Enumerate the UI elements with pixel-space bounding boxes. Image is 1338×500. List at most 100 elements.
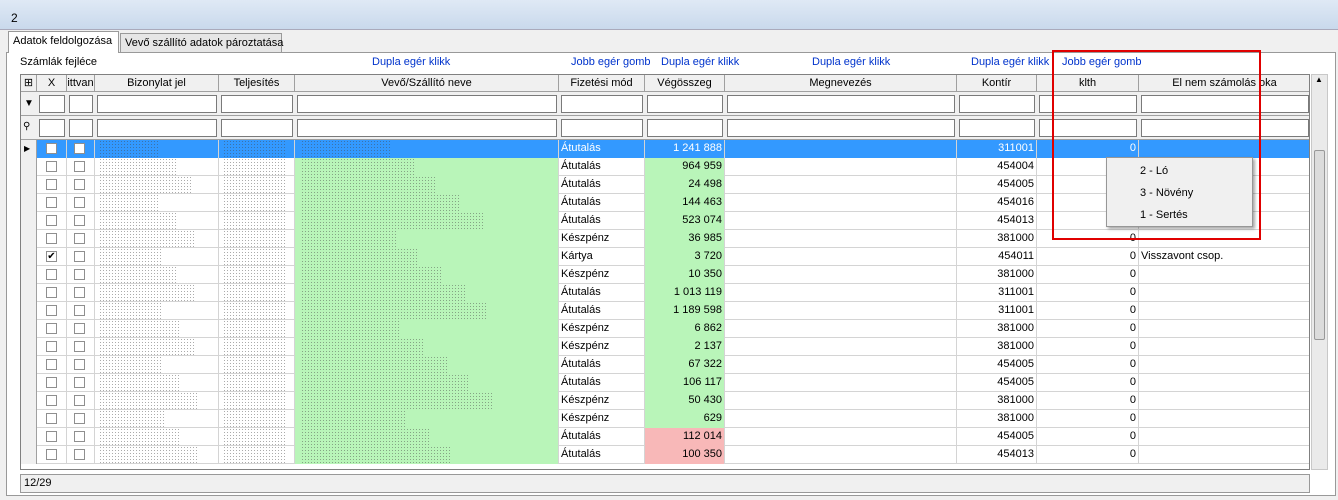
- cell-vevo-redacted[interactable]: [295, 158, 559, 176]
- cell-vevo-redacted[interactable]: [295, 140, 559, 158]
- cell-megnevezes[interactable]: [725, 176, 957, 194]
- table-row[interactable]: Készpénz 50 430 381000 0: [21, 392, 1309, 410]
- table-row[interactable]: Átutalás 106 117 454005 0: [21, 374, 1309, 392]
- cell-x[interactable]: [37, 212, 67, 230]
- table-row[interactable]: Készpénz 2 137 381000 0: [21, 338, 1309, 356]
- row-indicator[interactable]: [21, 212, 37, 230]
- atvan-checkbox[interactable]: [74, 215, 85, 226]
- cell-fizetesi[interactable]: Átutalás: [559, 194, 645, 212]
- atvan-checkbox[interactable]: [74, 269, 85, 280]
- cell-elnem[interactable]: [1139, 410, 1309, 428]
- row-indicator[interactable]: [21, 230, 37, 248]
- cell-vegosszeg[interactable]: 2 137: [645, 338, 725, 356]
- x-checkbox[interactable]: [46, 287, 57, 298]
- cell-elnem[interactable]: [1139, 446, 1309, 464]
- row-indicator[interactable]: ▶: [21, 140, 37, 158]
- tab-vevo-szallito-parositas[interactable]: Vevő szállító adatok pároztatása: [120, 33, 283, 52]
- cell-fizetesi[interactable]: Átutalás: [559, 428, 645, 446]
- cell-fizetesi[interactable]: Készpénz: [559, 320, 645, 338]
- cell-vevo-redacted[interactable]: [295, 320, 559, 338]
- cell-elnem[interactable]: [1139, 428, 1309, 446]
- cell-kontir[interactable]: 454013: [957, 212, 1037, 230]
- cell-megnevezes[interactable]: [725, 446, 957, 464]
- cell-vegosszeg[interactable]: 144 463: [645, 194, 725, 212]
- cell-teljesites-redacted[interactable]: [219, 284, 295, 302]
- cell-kontir[interactable]: 454005: [957, 176, 1037, 194]
- cell-kontir[interactable]: 381000: [957, 320, 1037, 338]
- x-checkbox[interactable]: [46, 305, 57, 316]
- cell-vevo-redacted[interactable]: [295, 230, 559, 248]
- cell-x[interactable]: [37, 374, 67, 392]
- x-checkbox[interactable]: [46, 377, 57, 388]
- cell-atvan[interactable]: [67, 284, 95, 302]
- col-header-atvan[interactable]: ittvan: [67, 75, 95, 92]
- cell-fizetesi[interactable]: Készpénz: [559, 338, 645, 356]
- cell-vevo-redacted[interactable]: [295, 356, 559, 374]
- cell-megnevezes[interactable]: [725, 158, 957, 176]
- cell-atvan[interactable]: [67, 140, 95, 158]
- cell-megnevezes[interactable]: [725, 284, 957, 302]
- filter-input-7[interactable]: [727, 95, 955, 113]
- col-header-vevo[interactable]: Vevő/Szállító neve: [295, 75, 559, 92]
- x-checkbox[interactable]: [46, 161, 57, 172]
- x-checkbox[interactable]: [46, 215, 57, 226]
- table-row[interactable]: ✔ Kártya 3 720 454011 0 Visszavont csop.: [21, 248, 1309, 266]
- cell-kontir[interactable]: 454005: [957, 356, 1037, 374]
- cell-teljesites-redacted[interactable]: [219, 212, 295, 230]
- cell-klth[interactable]: 0: [1037, 320, 1139, 338]
- cell-vevo-redacted[interactable]: [295, 446, 559, 464]
- filter-input-8[interactable]: [959, 95, 1035, 113]
- cell-elnem[interactable]: Visszavont csop.: [1139, 248, 1309, 266]
- cell-vevo-redacted[interactable]: [295, 176, 559, 194]
- cell-elnem[interactable]: [1139, 320, 1309, 338]
- col-header-fizetesi[interactable]: Fizetési mód: [559, 75, 645, 92]
- atvan-checkbox[interactable]: [74, 449, 85, 460]
- cell-fizetesi[interactable]: Átutalás: [559, 356, 645, 374]
- search-input-3[interactable]: [221, 119, 293, 137]
- cell-klth[interactable]: 0: [1037, 446, 1139, 464]
- cell-megnevezes[interactable]: [725, 410, 957, 428]
- cell-atvan[interactable]: [67, 248, 95, 266]
- cell-vevo-redacted[interactable]: [295, 410, 559, 428]
- col-header-bizonylat[interactable]: Bizonylat jel: [95, 75, 219, 92]
- cell-vevo-redacted[interactable]: [295, 338, 559, 356]
- filter-input-4[interactable]: [297, 95, 557, 113]
- cell-x[interactable]: [37, 284, 67, 302]
- row-indicator[interactable]: [21, 320, 37, 338]
- cell-fizetesi[interactable]: Átutalás: [559, 284, 645, 302]
- cell-elnem[interactable]: [1139, 356, 1309, 374]
- cell-kontir[interactable]: 381000: [957, 230, 1037, 248]
- col-header-x[interactable]: X: [37, 75, 67, 92]
- cell-atvan[interactable]: [67, 392, 95, 410]
- cell-x[interactable]: [37, 392, 67, 410]
- x-checkbox[interactable]: [46, 197, 57, 208]
- tab-adatok-feldolgozasa[interactable]: Adatok feldolgozása: [8, 31, 119, 53]
- cell-megnevezes[interactable]: [725, 212, 957, 230]
- cell-vegosszeg[interactable]: 67 322: [645, 356, 725, 374]
- row-indicator[interactable]: [21, 392, 37, 410]
- cell-fizetesi[interactable]: Átutalás: [559, 374, 645, 392]
- row-indicator[interactable]: [21, 284, 37, 302]
- col-header-megnevezes[interactable]: Megnevezés: [725, 75, 957, 92]
- cell-bizonylat-redacted[interactable]: [95, 356, 219, 374]
- atvan-checkbox[interactable]: [74, 431, 85, 442]
- col-header-kontir[interactable]: Kontír: [957, 75, 1037, 92]
- cell-megnevezes[interactable]: [725, 194, 957, 212]
- row-indicator[interactable]: [21, 374, 37, 392]
- cell-megnevezes[interactable]: [725, 374, 957, 392]
- atvan-checkbox[interactable]: [74, 395, 85, 406]
- search-input-8[interactable]: [959, 119, 1035, 137]
- row-indicator[interactable]: [21, 248, 37, 266]
- cell-teljesites-redacted[interactable]: [219, 266, 295, 284]
- table-row[interactable]: Készpénz 10 350 381000 0: [21, 266, 1309, 284]
- cell-teljesites-redacted[interactable]: [219, 320, 295, 338]
- search-input-1[interactable]: [69, 119, 93, 137]
- atvan-checkbox[interactable]: [74, 179, 85, 190]
- cell-klth[interactable]: 0: [1037, 338, 1139, 356]
- cell-x[interactable]: [37, 320, 67, 338]
- cell-bizonylat-redacted[interactable]: [95, 230, 219, 248]
- cell-x[interactable]: [37, 302, 67, 320]
- cell-atvan[interactable]: [67, 374, 95, 392]
- search-input-5[interactable]: [561, 119, 643, 137]
- col-header-teljesites[interactable]: Teljesítés: [219, 75, 295, 92]
